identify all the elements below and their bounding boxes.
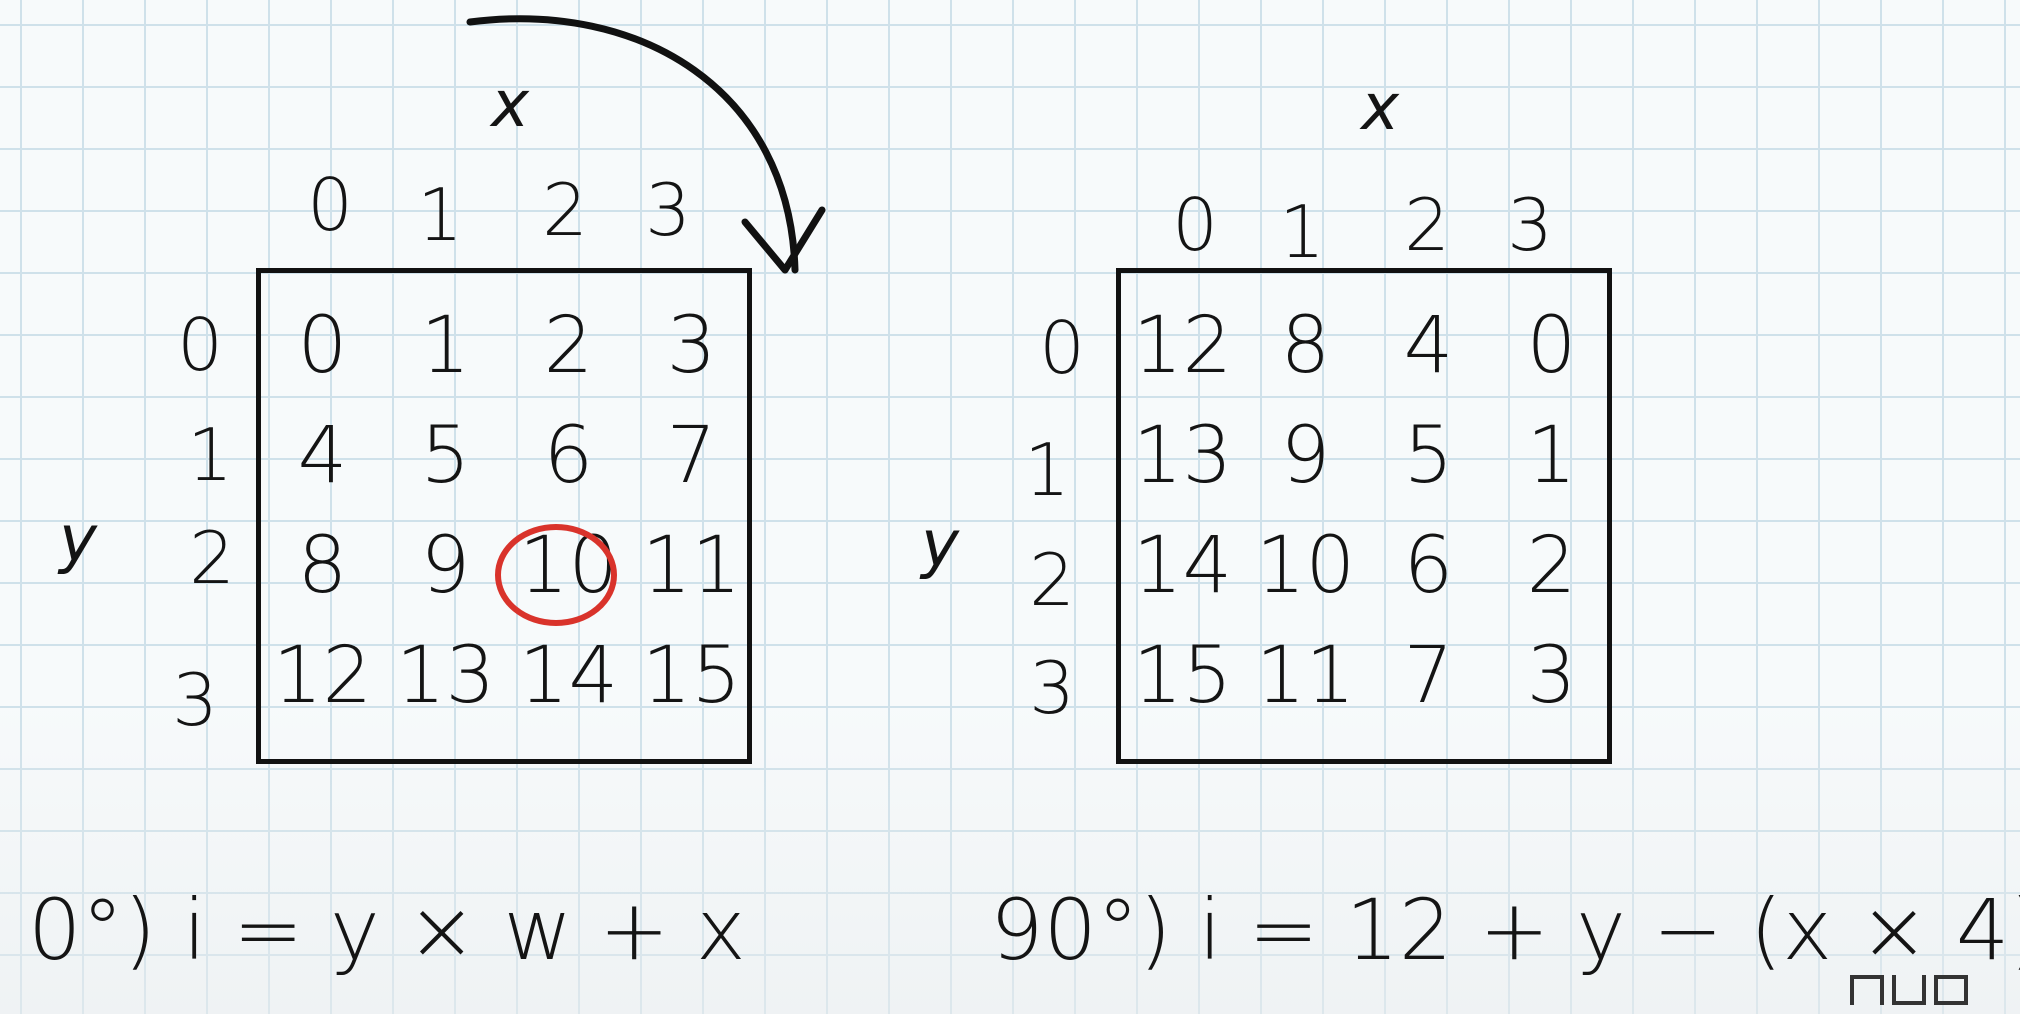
watermark-logo — [1850, 975, 2010, 1009]
rotation-arrow-curve — [466, 15, 799, 274]
rotation-arrow-head — [741, 206, 826, 274]
formula-ninety-degrees: 90°) i = 12 + y − (x × 4) — [990, 881, 2020, 979]
logo-shape — [1850, 975, 1884, 1005]
logo-shape — [1892, 975, 1926, 1005]
logo-shape — [1934, 975, 1968, 1005]
formula-zero-degrees: 0°) i = y × w + x — [28, 881, 746, 979]
highlight-circle — [495, 524, 617, 626]
annotations-layer — [466, 15, 826, 626]
